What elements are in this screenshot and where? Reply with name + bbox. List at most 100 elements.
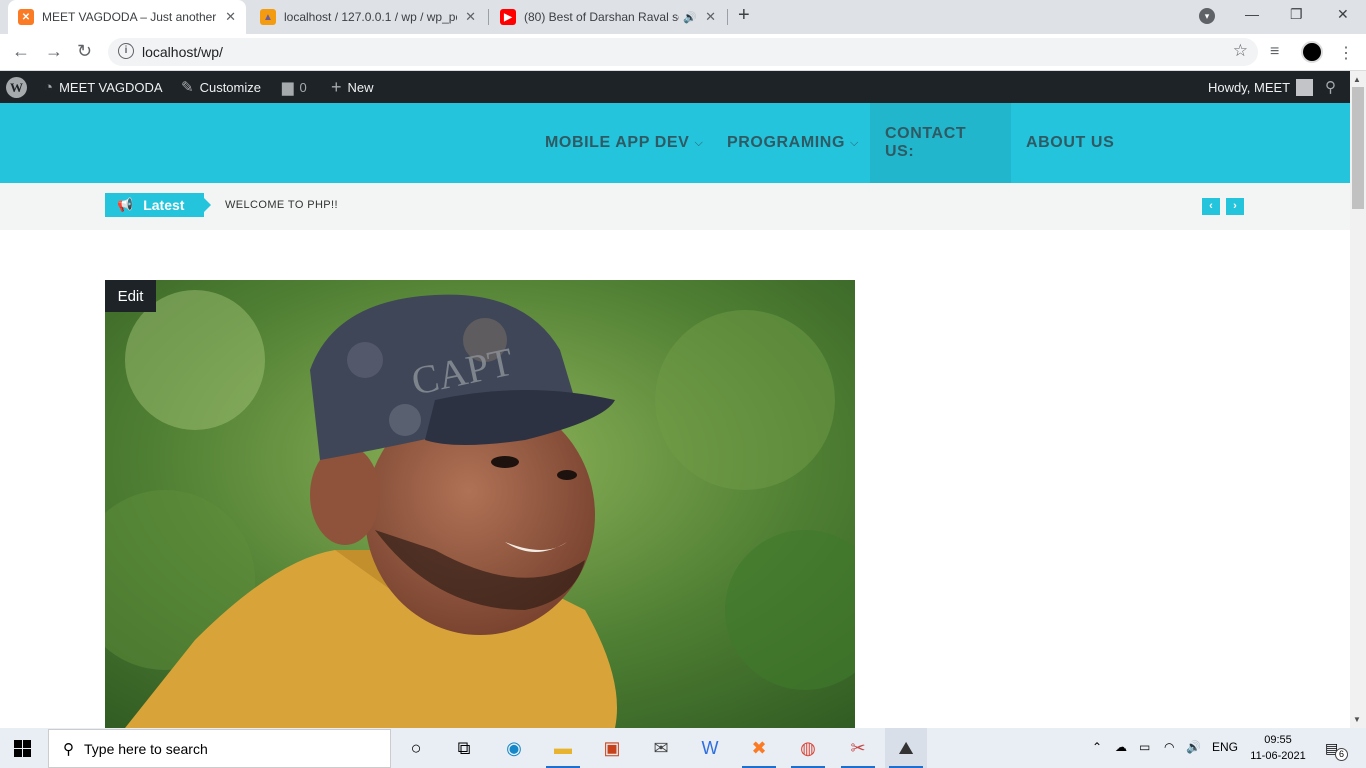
new-content-link[interactable]: + New xyxy=(331,71,374,103)
tab-meet-vagdoda[interactable]: ✕ MEET VAGDODA – Just another W ✕ xyxy=(8,0,246,34)
menu-item-about-us[interactable]: ABOUT US xyxy=(1011,103,1129,183)
clock-date: 11-06-2021 xyxy=(1250,750,1306,762)
site-name: MEET VAGDODA xyxy=(59,79,163,95)
tab-phpmyadmin[interactable]: ▲ localhost / 127.0.0.1 / wp / wp_po ✕ xyxy=(250,0,486,34)
search-placeholder: Type here to search xyxy=(84,740,208,757)
audio-playing-icon[interactable]: 🔊 xyxy=(683,11,697,24)
back-icon[interactable]: ← xyxy=(12,41,30,62)
wifi-icon[interactable]: ◠ xyxy=(1164,740,1174,754)
clock[interactable]: 09:55 11-06-2021 xyxy=(1250,732,1306,764)
menu-label: ABOUT US xyxy=(1026,134,1115,151)
page-scrollbar[interactable]: ▲ ▼ xyxy=(1350,71,1366,728)
show-hidden-icons-icon[interactable]: ⌃ xyxy=(1092,740,1102,754)
tab-separator xyxy=(727,9,728,25)
search-icon: ⚲ xyxy=(63,740,74,758)
close-tab-icon[interactable]: ✕ xyxy=(465,9,476,25)
wp-admin-bar: W ◔ MEET VAGDODA ✎ Customize ▆ 0 + New H… xyxy=(0,71,1350,103)
comments-count: 0 xyxy=(299,79,307,95)
site-info-icon[interactable]: i xyxy=(118,43,134,59)
avatar xyxy=(1296,78,1314,96)
browser-menu-icon[interactable]: ⋮ xyxy=(1338,43,1354,63)
customize-label: Customize xyxy=(199,79,261,95)
featured-image[interactable]: CAPT xyxy=(105,280,855,728)
snipping-tool-icon[interactable]: ✂ xyxy=(837,728,879,768)
tab-title: (80) Best of Darshan Raval so xyxy=(524,10,680,24)
chrome-icon[interactable]: ◍ xyxy=(787,728,829,768)
chevron-down-icon: ⌵ xyxy=(694,136,704,149)
menu-label: MOBILE APP DEV xyxy=(545,134,690,151)
xampp-icon[interactable]: ✖ xyxy=(738,728,780,768)
latest-label: Latest xyxy=(143,197,185,213)
featured-photo: CAPT xyxy=(105,280,855,728)
menu-item-mobile-app-dev[interactable]: MOBILE APP DEV ⌵ xyxy=(530,103,718,183)
megaphone-icon: 📢 xyxy=(117,197,134,212)
site-name-link[interactable]: ◔ MEET VAGDODA xyxy=(44,71,163,103)
brush-icon: ✎ xyxy=(181,79,194,96)
tab-title: localhost / 127.0.0.1 / wp / wp_po xyxy=(284,10,458,24)
battery-icon[interactable]: ▭ xyxy=(1139,740,1150,754)
edge-icon[interactable]: ◉ xyxy=(493,728,535,768)
language-indicator[interactable]: ENG xyxy=(1212,740,1238,754)
menu-item-contact-us[interactable]: CONTACT US: xyxy=(870,103,1011,183)
taskbar-search-box[interactable]: ⚲ Type here to search xyxy=(48,729,391,768)
tab-youtube[interactable]: ▶ (80) Best of Darshan Raval so 🔊 ✕ xyxy=(490,0,726,34)
edit-post-button[interactable]: Edit xyxy=(105,280,156,312)
tab-separator xyxy=(488,9,489,25)
bookmark-star-icon[interactable]: ☆ xyxy=(1233,41,1248,61)
news-ticker: 📢 Latest WELCOME TO PHP!! ‹ › xyxy=(0,183,1350,230)
ticker-next-button[interactable]: › xyxy=(1226,198,1244,215)
menu-item-programing[interactable]: PROGRAMING ⌵ xyxy=(712,103,874,183)
media-control-icon[interactable]: ≡ xyxy=(1270,43,1279,61)
tab-title: MEET VAGDODA – Just another W xyxy=(42,10,218,24)
address-bar[interactable]: i localhost/wp/ ☆ xyxy=(108,38,1258,66)
notification-badge: 6 xyxy=(1335,748,1348,761)
youtube-icon: ▶ xyxy=(500,9,516,25)
store-icon[interactable]: ▣ xyxy=(591,728,633,768)
comment-icon: ▆ xyxy=(282,79,294,96)
reload-icon[interactable]: ↻ xyxy=(77,41,92,62)
file-explorer-icon[interactable]: ▬ xyxy=(542,728,584,768)
site-header: MOBILE APP DEV ⌵ PROGRAMING ⌵ CONTACT US… xyxy=(0,103,1350,183)
new-tab-icon[interactable]: + xyxy=(738,4,750,27)
scroll-up-icon[interactable]: ▲ xyxy=(1353,75,1361,84)
ticker-headline[interactable]: WELCOME TO PHP!! xyxy=(225,199,338,211)
search-icon[interactable]: ⚲ xyxy=(1325,71,1336,103)
my-account-link[interactable]: Howdy, MEET xyxy=(1208,71,1314,103)
wordpress-logo-icon[interactable]: W xyxy=(6,71,27,103)
onedrive-icon[interactable]: ☁ xyxy=(1115,740,1127,754)
photos-icon[interactable]: ⛰ xyxy=(885,728,927,768)
scroll-down-icon[interactable]: ▼ xyxy=(1353,715,1361,724)
xampp-icon: ✕ xyxy=(18,9,34,25)
browser-toolbar: ← → ↻ i localhost/wp/ ☆ ≡ ⋮ xyxy=(0,34,1366,71)
mail-icon[interactable]: ✉ xyxy=(640,728,682,768)
minimize-icon[interactable]: — xyxy=(1245,6,1259,22)
cortana-icon[interactable]: ○ xyxy=(395,728,437,768)
scroll-thumb[interactable] xyxy=(1352,87,1364,209)
plus-icon: + xyxy=(331,76,342,97)
url-text[interactable]: localhost/wp/ xyxy=(142,44,223,60)
task-view-icon[interactable]: ⧉ xyxy=(443,728,485,768)
clock-time: 09:55 xyxy=(1264,734,1292,746)
windows-taskbar: ⚲ Type here to search ○ ⧉ ◉ ▬ ▣ ✉ W ✖ ◍ … xyxy=(0,728,1366,768)
menu-label: PROGRAMING xyxy=(727,134,845,151)
tab-search-icon[interactable]: ▾ xyxy=(1199,8,1215,24)
comments-link[interactable]: ▆ 0 xyxy=(282,71,307,103)
close-tab-icon[interactable]: ✕ xyxy=(705,9,716,25)
chevron-down-icon: ⌵ xyxy=(850,136,859,149)
wps-office-icon[interactable]: W xyxy=(689,728,731,768)
new-label: New xyxy=(347,79,374,95)
close-window-icon[interactable]: ✕ xyxy=(1337,6,1349,23)
volume-icon[interactable]: 🔊 xyxy=(1186,740,1201,754)
forward-icon[interactable]: → xyxy=(45,41,63,62)
latest-badge: 📢 Latest xyxy=(105,193,211,217)
customize-link[interactable]: ✎ Customize xyxy=(181,71,261,103)
windows-start-icon[interactable] xyxy=(14,740,31,757)
howdy-text: Howdy, MEET xyxy=(1208,79,1291,95)
restore-icon[interactable]: ❐ xyxy=(1290,6,1303,23)
menu-label: CONTACT US: xyxy=(885,125,967,160)
profile-avatar-icon[interactable] xyxy=(1301,41,1323,63)
close-tab-icon[interactable]: ✕ xyxy=(225,9,236,25)
browser-tab-strip: ✕ MEET VAGDODA – Just another W ✕ ▲ loca… xyxy=(0,0,1366,34)
dashboard-icon: ◔ xyxy=(44,78,54,96)
ticker-prev-button[interactable]: ‹ xyxy=(1202,198,1220,215)
